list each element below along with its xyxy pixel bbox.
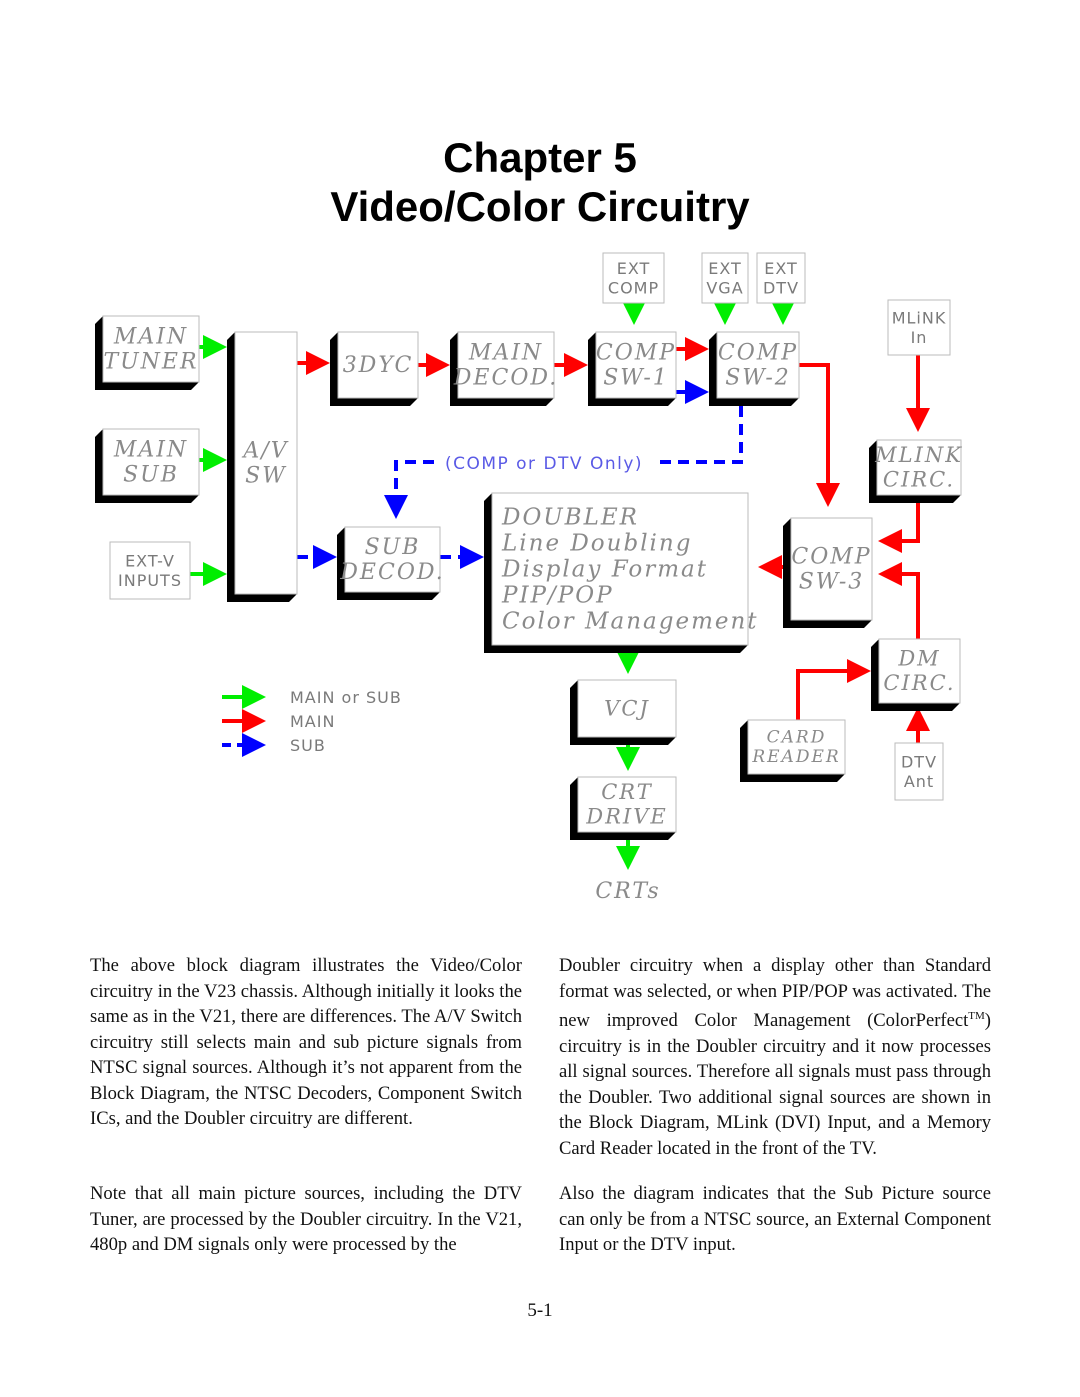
source-label: MLiNK	[892, 309, 947, 328]
source-label: DTV	[763, 278, 799, 297]
legend-label: MAIN or SUB	[290, 688, 402, 707]
block-label: SW-2	[725, 366, 791, 391]
block-label: VCJ	[604, 696, 650, 720]
paragraph: Note that all main picture sources, incl…	[90, 1183, 522, 1255]
block-label: MAIN	[113, 437, 188, 462]
signal-arrow	[384, 460, 434, 519]
body-column-right: Doubler circuitry when a display other t…	[559, 953, 991, 1186]
paragraph: Also the diagram indicates that the Sub …	[559, 1183, 991, 1255]
block-label: COMP	[596, 340, 676, 365]
diagram-blocks: MAINTUNERMAINSUBA/VSW3DYCMAINDECOD.COMPS…	[95, 252, 963, 904]
block-label: DRIVE	[585, 804, 667, 828]
legend-label: MAIN	[290, 712, 335, 731]
source-label: In	[911, 328, 928, 347]
block-label: SUB	[365, 535, 421, 560]
source-label: VGA	[706, 278, 743, 297]
block-label: TUNER	[103, 350, 198, 375]
block-label: CRT	[601, 780, 653, 804]
legend-label: SUB	[290, 736, 326, 755]
sub-path-note: (COMP or DTV Only)	[445, 454, 643, 474]
block-label: MAIN	[113, 324, 188, 349]
block-main-decod: MAINDECOD.	[450, 331, 558, 406]
signal-arrow	[878, 562, 920, 639]
body-column-left: The above block diagram illustrates the …	[90, 953, 522, 1157]
block-label: SW-3	[799, 570, 865, 595]
block-label: MAIN	[468, 340, 543, 365]
block-comp-sw2: COMPSW-2	[709, 331, 800, 406]
legend: MAIN or SUB MAIN SUB	[222, 685, 402, 757]
block-dm-circ: DMCIRC.	[871, 638, 961, 711]
block-doubler: DOUBLERLine DoublingDisplay FormatPIP/PO…	[484, 492, 759, 653]
block-label: DM	[897, 647, 940, 671]
block-label: CIRC.	[883, 671, 955, 695]
body-column-right-continued: Also the diagram indicates that the Sub …	[559, 1181, 991, 1283]
paragraph: The above block diagram illustrates the …	[90, 955, 522, 1129]
signal-arrow	[653, 406, 743, 464]
page-number: 5-1	[527, 1300, 553, 1321]
body-column-left-continued: Note that all main picture sources, incl…	[90, 1181, 522, 1283]
paragraph: Doubler circuitry when a display other t…	[559, 953, 991, 1161]
block-crt-drive: CRTDRIVE	[570, 776, 677, 840]
source-label: EXT	[708, 259, 742, 278]
block-label: Display Format	[501, 556, 708, 582]
block-label: DECOD.	[339, 560, 444, 585]
source-ext-comp: EXTCOMP	[602, 252, 665, 304]
block-label: Color Management	[502, 608, 759, 634]
block-label: READER	[751, 747, 840, 767]
video-color-block-diagram: MAINTUNERMAINSUBA/VSW3DYCMAINDECOD.COMPS…	[95, 252, 963, 904]
block-main-tuner: MAINTUNER	[95, 315, 200, 390]
crts-label: CRTs	[595, 879, 660, 904]
source-label: Ant	[904, 772, 934, 791]
block-label: PIP/POP	[501, 582, 614, 608]
block-dyc: 3DYC	[330, 331, 419, 406]
source-label: COMP	[608, 278, 659, 297]
source-dtv-ant: DTVAnt	[894, 742, 944, 801]
block-label: DECOD.	[453, 366, 558, 391]
source-ext-v: EXT-VINPUTS	[109, 541, 191, 600]
paragraph-text: Doubler circuitry when a display other t…	[559, 955, 991, 1032]
block-label: COMP	[791, 544, 871, 569]
source-mlink-in: MLiNKIn	[887, 299, 951, 356]
signal-arrow	[799, 363, 840, 507]
block-label: SUB	[123, 463, 179, 488]
paragraph-text: ) circuitry is in the Doubler circuitry …	[559, 1010, 991, 1159]
block-main-sub: MAINSUB	[95, 428, 200, 503]
block-label: DOUBLER	[501, 504, 639, 530]
source-label: DTV	[901, 753, 937, 772]
block-label: SW	[245, 464, 287, 489]
block-card-reader: CARDREADER	[740, 719, 846, 782]
block-sub-decod: SUBDECOD.	[337, 526, 444, 600]
trademark: TM	[968, 1010, 985, 1022]
block-label: CIRC.	[883, 467, 955, 491]
source-label: INPUTS	[118, 571, 182, 590]
source-label: EXT-V	[125, 552, 175, 571]
source-ext-dtv: EXTDTV	[756, 252, 806, 304]
block-vcj: VCJ	[570, 679, 677, 745]
block-label: Line Doubling	[501, 530, 692, 556]
block-mlink-circ: MLINKCIRC.	[869, 439, 963, 503]
block-label: 3DYC	[343, 353, 414, 378]
block-label: MLINK	[874, 443, 963, 467]
source-label: EXT	[617, 259, 651, 278]
signal-arrow	[796, 659, 871, 720]
block-label: CARD	[767, 728, 827, 748]
block-comp-sw3: COMPSW-3	[783, 517, 873, 628]
signal-arrow	[878, 503, 920, 553]
source-ext-vga: EXTVGA	[701, 252, 749, 304]
block-av-sw: A/VSW	[227, 331, 298, 602]
block-label: COMP	[718, 340, 798, 365]
block-label: A/V	[241, 438, 288, 463]
block-comp-sw1: COMPSW-1	[588, 331, 677, 406]
block-label: SW-1	[603, 366, 669, 391]
source-label: EXT	[764, 259, 798, 278]
